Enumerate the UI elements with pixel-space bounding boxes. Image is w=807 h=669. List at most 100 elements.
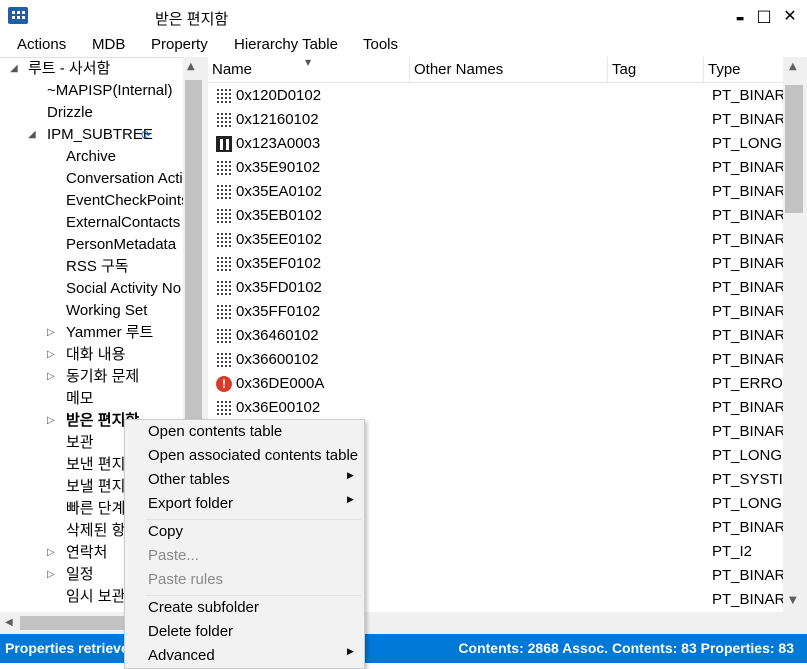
property-name: 0x35E90102 — [236, 159, 321, 176]
table-row[interactable]: 0x123A0003 PT_LONG — [208, 132, 783, 156]
expander-icon[interactable]: ▷ — [47, 344, 55, 366]
binary-icon — [216, 256, 232, 272]
expander-icon[interactable]: ◢ — [28, 124, 36, 146]
expander-icon[interactable]: ▷ — [47, 564, 55, 586]
expander-icon[interactable]: ▷ — [47, 410, 55, 432]
binary-icon — [216, 280, 232, 296]
maximize-button[interactable]: □ — [750, 4, 778, 28]
binary-icon — [216, 304, 232, 320]
menu-advanced[interactable]: Advanced — [148, 644, 215, 668]
menu-mdb[interactable]: MDB — [92, 36, 125, 53]
menu-hierarchy-table[interactable]: Hierarchy Table — [234, 36, 338, 53]
expander-icon[interactable]: ▷ — [47, 542, 55, 564]
tree-node[interactable]: 보관 — [66, 432, 94, 454]
table-row[interactable]: 0x35EE0102 PT_BINARY — [208, 228, 784, 252]
menu-paste-rules[interactable]: Paste rules — [148, 568, 223, 592]
tree-node[interactable]: ExternalContacts — [66, 212, 180, 234]
menu-actions[interactable]: Actions — [17, 36, 66, 53]
scroll-up-icon[interactable]: ▲ — [789, 61, 797, 72]
table-row[interactable]: 0x35EA0102 PT_BINARY — [208, 180, 784, 204]
tree-node-label: RSS 구독 — [66, 258, 129, 275]
property-type: PT_BINARY — [712, 159, 784, 176]
scroll-left-icon[interactable]: ◀ — [5, 617, 13, 628]
title-bar: 받은 편지함 ▬ □ ✕ — [0, 0, 807, 33]
tree-node[interactable]: PersonMetadata — [66, 234, 176, 256]
sort-descending-icon: ▼ — [305, 58, 312, 67]
tree-node-label: 보관 — [66, 434, 94, 451]
property-name: 0x35FD0102 — [236, 279, 322, 296]
tree-node[interactable]: RSS 구독 — [66, 256, 129, 278]
table-row[interactable]: 0x35FD0102 PT_BINARY — [208, 276, 784, 300]
tree-node-label: 동기화 문제 — [66, 368, 140, 385]
property-type: PT_BINARY — [712, 423, 784, 440]
tree-node[interactable]: Archive — [66, 146, 116, 168]
expander-icon[interactable]: ▷ — [47, 366, 55, 388]
close-button[interactable]: ✕ — [776, 4, 804, 28]
column-other-names[interactable]: Other Names — [410, 57, 608, 83]
property-name: 0x36600102 — [236, 351, 319, 368]
tree-node-label: 대화 내용 — [66, 346, 126, 363]
tree-node[interactable]: EventCheckPoints — [66, 190, 189, 212]
menu-property[interactable]: Property — [151, 36, 208, 53]
list-scroll-thumb[interactable] — [785, 85, 803, 213]
long-icon — [216, 136, 232, 152]
menu-export-folder[interactable]: Export folder — [148, 492, 233, 516]
property-type: PT_BINARY — [712, 183, 784, 200]
menu-other-tables[interactable]: Other tables — [148, 468, 230, 492]
column-tag[interactable]: Tag — [608, 57, 704, 83]
binary-icon — [216, 112, 232, 128]
table-row[interactable]: !0x36DE000A PT_ERROR — [208, 372, 784, 396]
table-row[interactable]: 0x120D0102 PT_BINARY — [208, 84, 784, 108]
close-icon: ✕ — [783, 6, 797, 25]
property-name: 0x35EF0102 — [236, 255, 322, 272]
tree-node[interactable]: 빠른 단계 — [66, 498, 125, 520]
table-row[interactable]: 0x35EF0102 PT_BINARY — [208, 252, 784, 276]
table-row[interactable]: 0x12160102 PT_BINARY — [208, 108, 784, 132]
tree-node-label: 빠른 단계 — [66, 500, 126, 517]
menu-bar: Actions MDB Property Hierarchy Table Too… — [0, 33, 807, 57]
tree-node[interactable]: Working Set — [66, 300, 147, 322]
menu-create-subfolder[interactable]: Create subfolder — [148, 596, 259, 620]
table-row[interactable]: 0x35EB0102 PT_BINARY — [208, 204, 784, 228]
tree-node-label: Conversation Acti — [66, 170, 183, 187]
tree-node-label: Working Set — [66, 302, 148, 319]
menu-delete-folder[interactable]: Delete folder — [148, 620, 233, 644]
tree-node-label: ~MAPISP(Internal) — [47, 82, 173, 99]
scroll-up-icon[interactable]: ▲ — [187, 61, 195, 72]
table-row[interactable]: 0x36460102 PT_BINARY — [208, 324, 784, 348]
context-menu: Open contents table Open associated cont… — [124, 419, 365, 669]
tree-node[interactable]: Drizzle — [47, 102, 93, 124]
scroll-down-icon[interactable]: ▼ — [789, 595, 797, 606]
menu-open-contents-table[interactable]: Open contents table — [148, 420, 282, 444]
menu-open-associated-contents-table[interactable]: Open associated contents table — [148, 444, 358, 468]
table-row[interactable]: 0x35E90102 PT_BINARY — [208, 156, 784, 180]
table-row[interactable]: 0x36600102 PT_BINARY — [208, 348, 784, 372]
property-type: PT_BINARY — [712, 279, 784, 296]
tree-node-label: EventCheckPoints — [66, 192, 189, 209]
tree-node-label: 연락처 — [66, 544, 108, 561]
maximize-icon: □ — [756, 6, 772, 25]
tree-node[interactable]: 메모 — [66, 388, 94, 410]
property-type: PT_I2 — [712, 543, 753, 560]
table-row[interactable]: 0x35FF0102 PT_BINARY — [208, 300, 784, 324]
menu-paste[interactable]: Paste... — [148, 544, 199, 568]
sync-icon: ⟳ — [141, 128, 152, 142]
property-name: 0x36DE000A — [236, 375, 325, 392]
property-type: PT_BINARY — [712, 87, 784, 104]
menu-tools[interactable]: Tools — [363, 36, 398, 53]
property-name: 0x35FF0102 — [236, 303, 321, 320]
expander-icon[interactable]: ▷ — [47, 322, 55, 344]
app-grid-icon[interactable] — [8, 7, 28, 24]
expander-icon[interactable]: ◢ — [10, 58, 18, 80]
table-row[interactable]: 0x36E00102 PT_BINARY — [208, 396, 784, 420]
minimize-icon: ▬ — [735, 14, 745, 24]
property-type: PT_BINARY — [712, 231, 784, 248]
property-name: 0x12160102 — [236, 111, 319, 128]
binary-icon — [216, 352, 232, 368]
property-type: PT_BINARY — [712, 519, 784, 536]
menu-copy[interactable]: Copy — [148, 520, 183, 544]
tree-node[interactable]: Social Activity No — [66, 278, 181, 300]
tree-node[interactable]: ~MAPISP(Internal) — [47, 80, 172, 102]
status-bar: Properties retrieved Contents: 2868 Asso… — [0, 634, 807, 663]
tree-node[interactable]: Conversation Acti — [66, 168, 183, 190]
